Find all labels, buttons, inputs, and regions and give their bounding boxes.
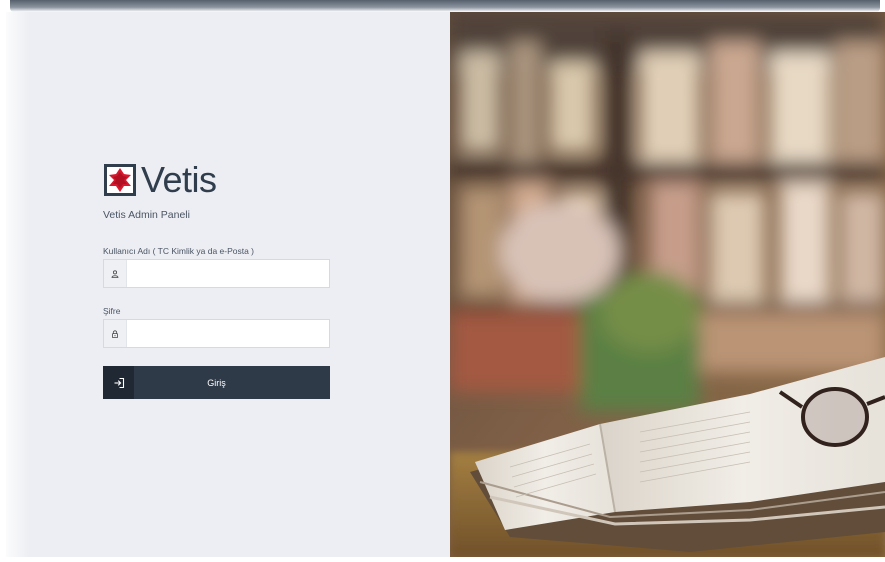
window-top-strip [10,0,880,12]
brand-logo: Vetis [103,160,223,200]
panel-subtitle: Vetis Admin Paneli [103,209,190,221]
login-window: Vetis Vetis Admin Paneli Kullanıcı Adı (… [0,0,885,562]
password-label: Şifre [103,306,121,316]
login-button-label: Giriş [207,377,226,388]
brand-name: Vetis [141,159,217,200]
lock-icon [104,320,127,347]
username-field-group [103,259,330,288]
library-book-glasses-photo-icon [450,12,885,558]
window-bottom-edge [0,557,885,562]
vetis-star-logo-icon [104,164,136,196]
sign-in-icon [103,366,134,399]
panel-edge-fade [0,12,30,558]
hero-image [450,12,885,558]
username-label: Kullanıcı Adı ( TC Kimlik ya da e-Posta … [103,246,255,256]
password-field-group [103,319,330,348]
user-icon [104,260,127,287]
password-input[interactable] [127,320,329,347]
login-button[interactable]: Giriş [103,366,330,399]
username-input[interactable] [127,260,329,287]
